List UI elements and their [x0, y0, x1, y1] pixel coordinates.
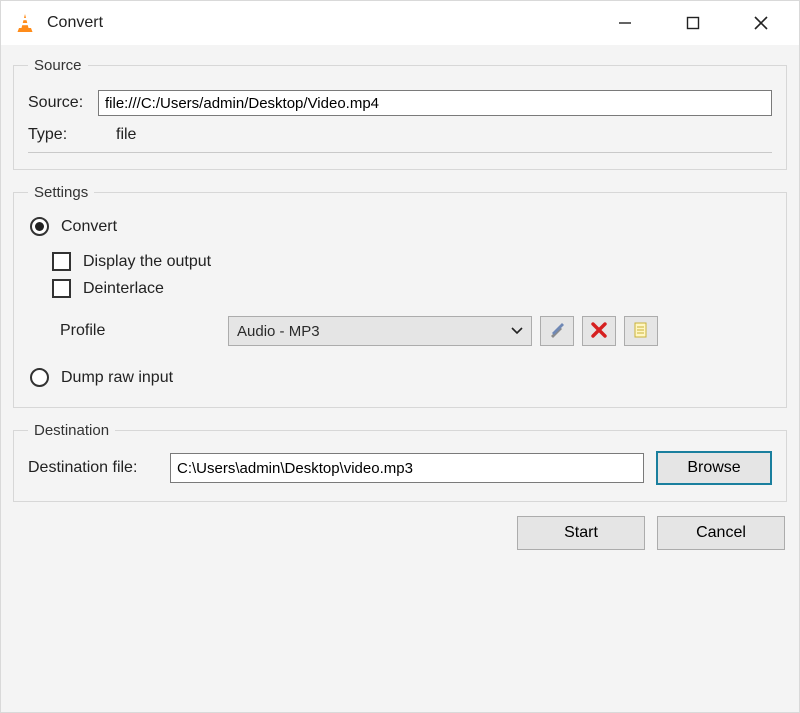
dump-raw-row[interactable]: Dump raw input [30, 368, 772, 387]
type-value: file [116, 126, 136, 144]
window-controls [591, 3, 795, 43]
titlebar: Convert [1, 1, 799, 45]
start-button[interactable]: Start [517, 516, 645, 550]
tools-icon [548, 321, 566, 342]
window-title: Convert [47, 14, 103, 32]
minimize-button[interactable] [591, 3, 659, 43]
destination-file-input[interactable] [170, 453, 644, 483]
display-output-checkbox[interactable] [52, 252, 71, 271]
convert-radio[interactable] [30, 217, 49, 236]
type-label: Type: [28, 126, 98, 144]
cancel-button[interactable]: Cancel [657, 516, 785, 550]
chevron-down-icon [511, 327, 523, 335]
profile-value: Audio - MP3 [237, 323, 320, 340]
display-output-label: Display the output [83, 253, 211, 271]
close-button[interactable] [727, 3, 795, 43]
source-group: Source Source: Type: file [13, 57, 787, 170]
close-icon [754, 16, 768, 30]
x-icon [591, 322, 607, 341]
deinterlace-label: Deinterlace [83, 280, 164, 298]
edit-profile-button[interactable] [540, 316, 574, 346]
profile-select[interactable]: Audio - MP3 [228, 316, 532, 346]
new-document-icon [632, 321, 650, 342]
destination-file-label: Destination file: [28, 459, 170, 477]
source-label: Source: [28, 94, 98, 112]
maximize-icon [686, 16, 700, 30]
browse-button[interactable]: Browse [656, 451, 772, 485]
convert-dialog: Convert Source Source: Type: file [0, 0, 800, 713]
source-input[interactable] [98, 90, 772, 116]
convert-label: Convert [61, 218, 117, 236]
convert-radio-row[interactable]: Convert [30, 217, 772, 236]
maximize-button[interactable] [659, 3, 727, 43]
settings-legend: Settings [28, 184, 94, 201]
destination-legend: Destination [28, 422, 115, 439]
display-output-row[interactable]: Display the output [52, 252, 772, 271]
dump-raw-radio[interactable] [30, 368, 49, 387]
vlc-cone-icon [15, 13, 35, 33]
new-profile-button[interactable] [624, 316, 658, 346]
dialog-footer: Start Cancel [13, 512, 787, 550]
minimize-icon [618, 16, 632, 30]
client-area: Source Source: Type: file Settings Conve… [1, 45, 799, 712]
source-legend: Source [28, 57, 88, 74]
settings-group: Settings Convert Display the output Dein… [13, 184, 787, 408]
dump-raw-label: Dump raw input [61, 369, 173, 387]
delete-profile-button[interactable] [582, 316, 616, 346]
profile-label: Profile [60, 322, 228, 340]
deinterlace-checkbox[interactable] [52, 279, 71, 298]
deinterlace-row[interactable]: Deinterlace [52, 279, 772, 298]
destination-group: Destination Destination file: Browse [13, 422, 787, 502]
